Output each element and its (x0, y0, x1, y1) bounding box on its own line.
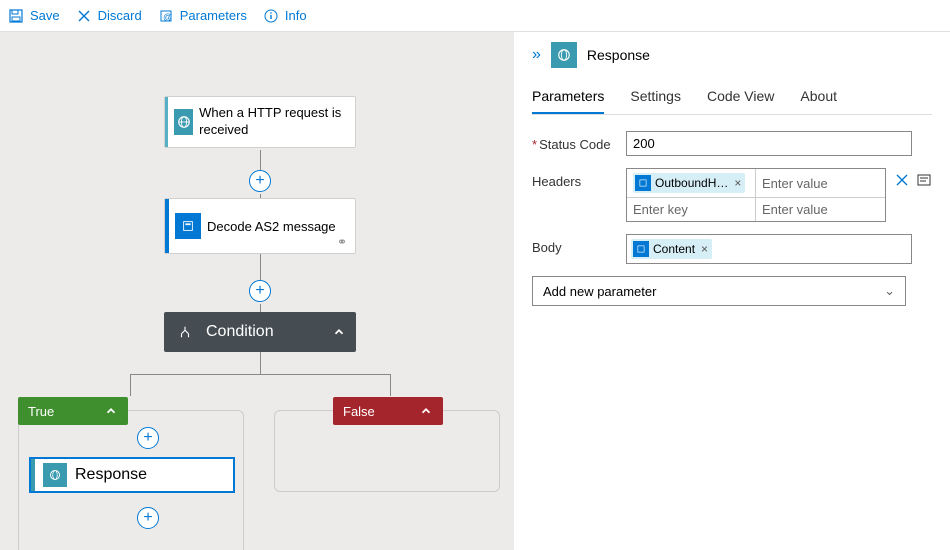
decode-label: Decode AS2 message (207, 215, 346, 238)
chevron-down-icon: ⌄ (884, 283, 895, 299)
true-header[interactable]: True (18, 397, 128, 425)
save-label: Save (30, 8, 60, 23)
remove-token-icon[interactable]: × (734, 176, 741, 190)
add-parameter-label: Add new parameter (543, 284, 656, 299)
info-label: Info (285, 8, 307, 23)
false-header[interactable]: False (333, 397, 443, 425)
info-icon (263, 8, 279, 24)
details-panel: » Response Parameters Settings Code View… (514, 32, 950, 550)
condition-label: Condition (206, 323, 274, 341)
false-label: False (343, 404, 375, 419)
status-code-input[interactable] (626, 131, 912, 156)
headers-label: Headers (532, 168, 618, 189)
toolbar: Save Discard @ Parameters Info (0, 0, 950, 32)
save-icon (8, 8, 24, 24)
swap-mode-icon[interactable] (894, 172, 910, 188)
header-value-cell[interactable]: Enter value (756, 198, 885, 221)
header-key-cell[interactable]: Enter key (627, 198, 756, 221)
body-token[interactable]: Content × (631, 239, 712, 259)
header-value-cell[interactable]: Enter value (756, 169, 885, 198)
card-stripe (165, 97, 168, 147)
as2-icon (175, 213, 201, 239)
tab-settings[interactable]: Settings (630, 80, 681, 114)
condition-card[interactable]: Condition (164, 312, 356, 352)
true-label: True (28, 404, 54, 419)
panel-title: Response (587, 47, 650, 63)
headers-grid: OutboundH… × Enter value Enter key Enter… (626, 168, 886, 222)
status-code-label: *Status Code (532, 131, 618, 152)
tab-about[interactable]: About (800, 80, 837, 114)
discard-icon (76, 8, 92, 24)
chevron-up-icon[interactable] (104, 404, 118, 418)
link-icon: ⚭ (337, 235, 347, 249)
tab-parameters[interactable]: Parameters (532, 80, 604, 114)
chevron-up-icon[interactable] (419, 404, 433, 418)
text-mode-icon[interactable] (916, 172, 932, 188)
discard-button[interactable]: Discard (76, 8, 142, 24)
discard-label: Discard (98, 8, 142, 23)
true-branch: True + Response + (18, 410, 244, 550)
decode-as2-card[interactable]: Decode AS2 message ⚭ (164, 198, 356, 254)
header-key-cell[interactable]: OutboundH… × (627, 169, 756, 198)
info-button[interactable]: Info (263, 8, 307, 24)
trigger-http-card[interactable]: When a HTTP request is received (164, 96, 356, 148)
add-step-button[interactable]: + (249, 170, 271, 192)
card-stripe (31, 459, 35, 491)
header-key-token[interactable]: OutboundH… × (633, 173, 745, 193)
add-parameter-dropdown[interactable]: Add new parameter ⌄ (532, 276, 906, 306)
http-icon (174, 109, 193, 135)
panel-tabs: Parameters Settings Code View About (532, 80, 932, 115)
trigger-http-label: When a HTTP request is received (199, 97, 355, 147)
response-icon (43, 463, 67, 487)
condition-icon (172, 319, 198, 345)
card-stripe (165, 199, 169, 253)
body-input[interactable]: Content × (626, 234, 912, 264)
response-action-card[interactable]: Response (29, 457, 235, 493)
remove-token-icon[interactable]: × (701, 242, 708, 256)
false-branch: False (274, 410, 500, 492)
save-button[interactable]: Save (8, 8, 60, 24)
collapse-panel-button[interactable]: » (532, 46, 541, 64)
response-icon (551, 42, 577, 68)
add-step-button[interactable]: + (137, 427, 159, 449)
parameters-icon: @ (158, 8, 174, 24)
svg-text:@: @ (163, 12, 172, 22)
add-step-button[interactable]: + (137, 507, 159, 529)
tab-code-view[interactable]: Code View (707, 80, 774, 114)
response-action-label: Response (75, 466, 147, 484)
parameters-button[interactable]: @ Parameters (158, 8, 247, 24)
add-step-button[interactable]: + (249, 280, 271, 302)
body-label: Body (532, 234, 618, 255)
chevron-up-icon[interactable] (332, 325, 346, 339)
designer-canvas[interactable]: When a HTTP request is received + Decode… (0, 32, 514, 550)
parameters-label: Parameters (180, 8, 247, 23)
